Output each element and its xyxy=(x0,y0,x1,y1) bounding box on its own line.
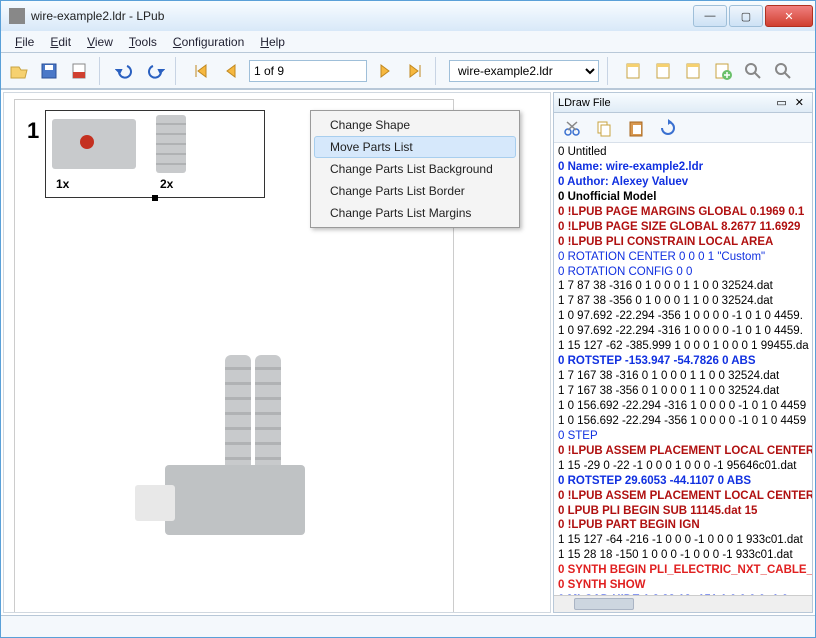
part-qty: 2x xyxy=(160,177,173,191)
menu-configuration[interactable]: Configuration xyxy=(165,33,252,51)
close-button[interactable]: ✕ xyxy=(765,5,813,27)
doc-icon-1[interactable] xyxy=(619,57,647,85)
menubar: File Edit View Tools Configuration Help xyxy=(1,31,815,53)
source-line[interactable]: 0 Unofficial Model xyxy=(558,190,808,205)
source-line[interactable]: 0 Untitled xyxy=(558,145,808,160)
zoom-out-icon[interactable] xyxy=(769,57,797,85)
source-line[interactable]: 0 !LPUB PART BEGIN IGN xyxy=(558,518,808,533)
minimize-button[interactable]: — xyxy=(693,5,727,27)
undo-icon[interactable] xyxy=(111,57,139,85)
menu-file[interactable]: File xyxy=(7,33,42,51)
menu-help[interactable]: Help xyxy=(252,33,293,51)
panel-close-icon[interactable]: ✕ xyxy=(791,96,808,109)
part-thumbnail xyxy=(156,115,186,173)
separator xyxy=(435,57,441,85)
part-thumbnail xyxy=(52,119,136,169)
file-select[interactable]: wire-example2.ldr xyxy=(449,60,599,82)
context-menu-item[interactable]: Change Shape xyxy=(314,114,516,136)
menu-edit[interactable]: Edit xyxy=(42,33,79,51)
titlebar: wire-example2.ldr - LPub — ▢ ✕ xyxy=(1,1,815,31)
source-line[interactable]: 0 LPUB PLI BEGIN SUB 11145.dat 15 xyxy=(558,504,808,519)
source-line[interactable]: 1 15 127 -64 -216 -1 0 0 0 -1 0 0 0 1 93… xyxy=(558,533,808,548)
source-line[interactable]: 1 15 -29 0 -22 -1 0 0 0 1 0 0 0 -1 95646… xyxy=(558,459,808,474)
source-line[interactable]: 0 SYNTH SHOW xyxy=(558,578,808,593)
panel-title: LDraw File xyxy=(558,97,772,109)
doc-icon-2[interactable] xyxy=(649,57,677,85)
ldraw-panel: LDraw File ▭ ✕ 0 Untitled0 Name: wire-ex… xyxy=(553,92,813,613)
window-title: wire-example2.ldr - LPub xyxy=(31,9,691,23)
source-line[interactable]: 1 7 87 38 -316 0 1 0 0 0 1 1 0 0 32524.d… xyxy=(558,279,808,294)
source-line[interactable]: 0 ROTATION CENTER 0 0 0 1 "Custom" xyxy=(558,250,808,265)
save-icon[interactable] xyxy=(35,57,63,85)
source-line[interactable]: 0 !LPUB ASSEM PLACEMENT LOCAL CENTER xyxy=(558,489,808,504)
panel-undock-icon[interactable]: ▭ xyxy=(772,96,790,109)
source-line[interactable]: 0 SYNTH BEGIN PLI_ELECTRIC_NXT_CABLE_ xyxy=(558,563,808,578)
source-line[interactable]: 0 STEP xyxy=(558,429,808,444)
redo-icon[interactable] xyxy=(141,57,169,85)
source-line[interactable]: 0 !LPUB PAGE SIZE GLOBAL 8.2677 11.6929 xyxy=(558,220,808,235)
step-number: 1 xyxy=(27,118,39,144)
source-line[interactable]: 1 7 167 38 -316 0 1 0 0 0 1 1 0 0 32524.… xyxy=(558,369,808,384)
source-line[interactable]: 0 ROTSTEP 29.6053 -44.1107 0 ABS xyxy=(558,474,808,489)
separator xyxy=(607,57,613,85)
paste-icon[interactable] xyxy=(622,114,650,142)
zoom-in-icon[interactable] xyxy=(739,57,767,85)
horizontal-scrollbar[interactable] xyxy=(554,595,812,612)
prev-page-icon[interactable] xyxy=(217,57,245,85)
part-qty: 1x xyxy=(56,177,69,191)
statusbar xyxy=(1,615,815,637)
menu-tools[interactable]: Tools xyxy=(121,33,165,51)
source-line[interactable]: 1 0 156.692 -22.294 -316 1 0 0 0 0 -1 0 … xyxy=(558,399,808,414)
source-line[interactable]: 0 !LPUB ASSEM PLACEMENT LOCAL CENTER xyxy=(558,444,808,459)
first-page-icon[interactable] xyxy=(187,57,215,85)
doc-icon-3[interactable] xyxy=(679,57,707,85)
source-line[interactable]: 0 !LPUB PAGE MARGINS GLOBAL 0.1969 0.1 xyxy=(558,205,808,220)
source-line[interactable]: 1 15 127 -62 -385.999 1 0 0 0 1 0 0 0 1 … xyxy=(558,339,808,354)
cut-icon[interactable] xyxy=(558,114,586,142)
app-icon xyxy=(9,8,25,24)
last-page-icon[interactable] xyxy=(401,57,429,85)
export-pdf-icon[interactable] xyxy=(65,57,93,85)
source-line[interactable]: 0 ROTATION CONFIG 0 0 xyxy=(558,265,808,280)
source-line[interactable]: 1 7 87 38 -356 0 1 0 0 0 1 1 0 0 32524.d… xyxy=(558,294,808,309)
source-line[interactable]: 1 0 97.692 -22.294 -356 1 0 0 0 0 -1 0 1… xyxy=(558,309,808,324)
context-menu-item[interactable]: Change Parts List Background xyxy=(314,158,516,180)
next-page-icon[interactable] xyxy=(371,57,399,85)
app-window: wire-example2.ldr - LPub — ▢ ✕ File Edit… xyxy=(0,0,816,638)
toolbar: wire-example2.ldr xyxy=(1,53,815,89)
source-line[interactable]: 0 Name: wire-example2.ldr xyxy=(558,160,808,175)
menu-view[interactable]: View xyxy=(79,33,121,51)
ldraw-source[interactable]: 0 Untitled0 Name: wire-example2.ldr0 Aut… xyxy=(554,143,812,595)
page-input[interactable] xyxy=(249,60,367,82)
source-line[interactable]: 1 7 167 38 -356 0 1 0 0 0 1 1 0 0 32524.… xyxy=(558,384,808,399)
parts-list[interactable]: 1x 2x xyxy=(45,110,265,198)
separator xyxy=(175,57,181,85)
maximize-button[interactable]: ▢ xyxy=(729,5,763,27)
source-line[interactable]: 0 ROTSTEP -153.947 -54.7826 0 ABS xyxy=(558,354,808,369)
assembly-image xyxy=(125,345,325,555)
source-line[interactable]: 1 0 97.692 -22.294 -316 1 0 0 0 0 -1 0 1… xyxy=(558,324,808,339)
context-menu: Change ShapeMove Parts ListChange Parts … xyxy=(310,110,520,228)
doc-add-icon[interactable] xyxy=(709,57,737,85)
refresh-icon[interactable] xyxy=(654,114,682,142)
window-controls: — ▢ ✕ xyxy=(691,5,813,27)
panel-header: LDraw File ▭ ✕ xyxy=(554,93,812,113)
source-line[interactable]: 0 !LPUB PLI CONSTRAIN LOCAL AREA xyxy=(558,235,808,250)
open-icon[interactable] xyxy=(5,57,33,85)
copy-icon[interactable] xyxy=(590,114,618,142)
separator xyxy=(99,57,105,85)
source-line[interactable]: 0 Author: Alexey Valuev xyxy=(558,175,808,190)
context-menu-item[interactable]: Change Parts List Margins xyxy=(314,202,516,224)
context-menu-item[interactable]: Change Parts List Border xyxy=(314,180,516,202)
context-menu-item[interactable]: Move Parts List xyxy=(314,136,516,158)
panel-toolbar xyxy=(554,113,812,143)
source-line[interactable]: 1 15 28 18 -150 1 0 0 0 -1 0 0 0 -1 933c… xyxy=(558,548,808,563)
source-line[interactable]: 1 0 156.692 -22.294 -356 1 0 0 0 0 -1 0 … xyxy=(558,414,808,429)
